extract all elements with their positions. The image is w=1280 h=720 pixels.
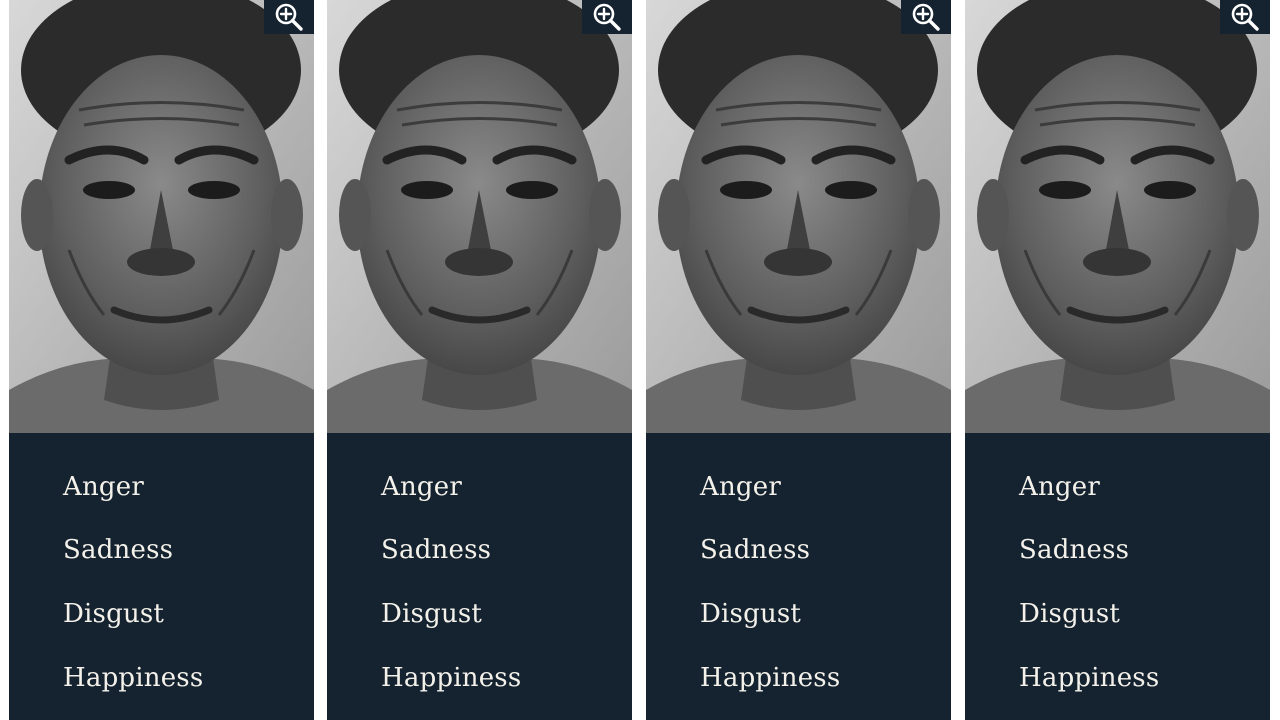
emotion-card-4: Anger Sadness Disgust Happiness <box>965 0 1270 720</box>
emotion-card-1: Anger Sadness Disgust Happiness <box>9 0 314 720</box>
zoom-in-button[interactable] <box>264 0 314 34</box>
zoom-in-icon <box>1228 2 1262 32</box>
face-photo <box>327 0 632 433</box>
face-photo-image <box>9 0 314 433</box>
option-disgust[interactable]: Disgust <box>700 594 801 634</box>
option-anger[interactable]: Anger <box>381 467 462 507</box>
emotion-options: Anger Sadness Disgust Happiness <box>327 433 632 720</box>
emotion-options: Anger Sadness Disgust Happiness <box>9 433 314 720</box>
zoom-in-button[interactable] <box>901 0 951 34</box>
option-disgust[interactable]: Disgust <box>63 594 164 634</box>
face-photo <box>646 0 951 433</box>
option-happiness[interactable]: Happiness <box>700 658 840 698</box>
zoom-in-icon <box>909 2 943 32</box>
zoom-in-button[interactable] <box>1220 0 1270 34</box>
option-sadness[interactable]: Sadness <box>63 530 173 570</box>
option-disgust[interactable]: Disgust <box>381 594 482 634</box>
option-anger[interactable]: Anger <box>700 467 781 507</box>
option-sadness[interactable]: Sadness <box>381 530 491 570</box>
emotion-card-grid: Anger Sadness Disgust Happiness Anger Sa… <box>0 0 1280 720</box>
face-photo-image <box>965 0 1270 433</box>
option-anger[interactable]: Anger <box>1019 467 1100 507</box>
option-happiness[interactable]: Happiness <box>381 658 521 698</box>
option-sadness[interactable]: Sadness <box>1019 530 1129 570</box>
face-photo-image <box>327 0 632 433</box>
zoom-in-icon <box>590 2 624 32</box>
option-happiness[interactable]: Happiness <box>1019 658 1159 698</box>
emotion-options: Anger Sadness Disgust Happiness <box>646 433 951 720</box>
emotion-card-3: Anger Sadness Disgust Happiness <box>646 0 951 720</box>
emotion-card-2: Anger Sadness Disgust Happiness <box>327 0 632 720</box>
face-photo-image <box>646 0 951 433</box>
face-photo <box>9 0 314 433</box>
zoom-in-icon <box>272 2 306 32</box>
option-disgust[interactable]: Disgust <box>1019 594 1120 634</box>
face-photo <box>965 0 1270 433</box>
emotion-options: Anger Sadness Disgust Happiness <box>965 433 1270 720</box>
option-sadness[interactable]: Sadness <box>700 530 810 570</box>
option-anger[interactable]: Anger <box>63 467 144 507</box>
zoom-in-button[interactable] <box>582 0 632 34</box>
option-happiness[interactable]: Happiness <box>63 658 203 698</box>
